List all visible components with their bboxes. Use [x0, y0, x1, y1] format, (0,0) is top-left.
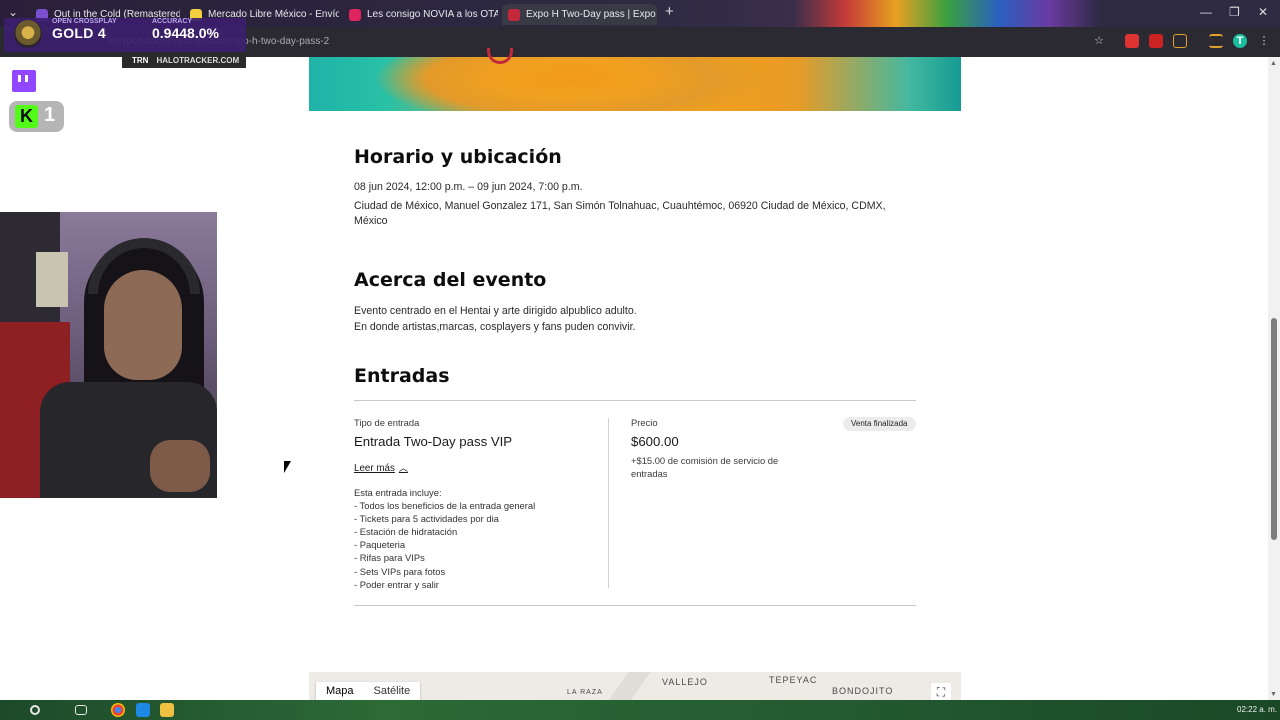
list-item: - Poder entrar y salir	[354, 578, 439, 590]
headset-icon	[88, 238, 200, 294]
event-address: Ciudad de México, Manuel Gonzalez 171, S…	[354, 200, 886, 227]
expo-h-favicon-icon	[508, 8, 520, 21]
map-label: TEPEYAC	[769, 675, 818, 685]
twitch-icon	[12, 70, 36, 92]
map-tab-satellite[interactable]: Satélite	[364, 682, 421, 702]
kick-icon: K	[15, 105, 38, 128]
price-label: Precio	[631, 417, 658, 428]
windows-taskbar	[0, 700, 1280, 720]
ticket-type-name: Entrada Two-Day pass VIP	[354, 434, 513, 449]
map-label: VALLEJO	[662, 677, 708, 687]
tab-title: Les consigo NOVIA a los OTAK	[367, 9, 498, 20]
about-description-line: Evento centrado en el Hentai y arte diri…	[354, 305, 637, 317]
about-description-line: En donde artistas,marcas, cosplayers y f…	[354, 321, 636, 333]
list-item: Esta entrada incluye:	[354, 487, 442, 498]
webcam-feed	[0, 212, 217, 498]
profile-avatar-icon[interactable]: T	[1233, 34, 1247, 48]
map-label: LA RAZA	[567, 689, 603, 696]
tab-les-consigo-novia[interactable]: Les consigo NOVIA a los OTAK ✕	[343, 4, 498, 25]
list-item: - Estación de hidratación	[354, 526, 458, 538]
mouse-cursor-icon	[284, 461, 291, 473]
bookmark-star-icon[interactable]: ☆	[1092, 34, 1106, 48]
read-more-link[interactable]: Leer más ︿	[354, 462, 408, 475]
list-item: - Tickets para 5 actividades por dia	[354, 513, 499, 525]
divider	[354, 605, 916, 606]
event-hero-banner	[309, 57, 961, 111]
event-dates: 08 jun 2024, 12:00 p.m. – 09 jun 2024, 7…	[354, 181, 583, 193]
app-icon[interactable]	[136, 703, 150, 717]
tracker-site: HALOTRACKER.COM	[156, 56, 240, 65]
schedule-heading: Horario y ubicación	[354, 146, 562, 168]
tab-search-icon[interactable]: ⌄	[8, 5, 18, 19]
list-item: - Rifas para VIPs	[354, 552, 425, 564]
tab-title: Expo H Two-Day pass | Expo H	[526, 9, 657, 20]
file-explorer-icon[interactable]	[160, 703, 174, 717]
tracker-banner: TRN HALOTRACKER.COM	[122, 53, 246, 68]
wall-poster	[36, 252, 68, 307]
streamer-hand	[150, 440, 210, 492]
divider	[354, 400, 916, 401]
youtube-favicon-icon	[349, 8, 361, 21]
kick-viewer-count: 1	[44, 104, 56, 126]
playlist-caption: OPEN CROSSPLAY	[52, 18, 117, 25]
map-label: BONDOJITO	[832, 686, 894, 696]
ticket-type-label: Tipo de entrada	[354, 417, 420, 428]
tickets-heading: Entradas	[354, 365, 450, 387]
read-more-label: Leer más	[354, 463, 395, 474]
minimize-window-button[interactable]: —	[1200, 5, 1212, 19]
rank-tier: GOLD 4	[52, 25, 106, 41]
ticket-price: $600.00	[631, 434, 679, 449]
tab-expo-h[interactable]: Expo H Two-Day pass | Expo H ✕	[502, 4, 657, 25]
browser-menu-icon[interactable]: ⋮	[1257, 34, 1271, 48]
about-heading: Acerca del evento	[354, 269, 547, 291]
fullscreen-icon[interactable]: ⛶	[931, 683, 951, 701]
search-icon[interactable]	[30, 705, 40, 715]
scroll-up-arrow-icon[interactable]: ▲	[1270, 60, 1277, 67]
list-item: - Todos los beneficios de la entrada gen…	[354, 500, 536, 512]
new-tab-button[interactable]: +	[665, 3, 674, 20]
ticket-column-divider	[608, 418, 609, 588]
chrome-icon[interactable]	[111, 703, 125, 717]
list-item: - Sets VIPs para fotos	[354, 565, 446, 577]
chevron-up-icon: ︿	[398, 463, 408, 473]
extensions-puzzle-icon[interactable]	[1173, 34, 1187, 48]
scrollbar-thumb[interactable]	[1271, 318, 1277, 540]
status-badge: Venta finalizada	[843, 417, 916, 431]
extension-icon[interactable]	[1149, 34, 1163, 48]
map-type-toggle: Mapa Satélite	[316, 682, 421, 702]
task-view-icon[interactable]	[75, 705, 87, 715]
list-item: - Paqueteria	[354, 539, 406, 551]
reading-list-icon[interactable]	[1209, 34, 1223, 48]
scroll-down-arrow-icon[interactable]: ▼	[1270, 691, 1277, 698]
maximize-window-button[interactable]: ❐	[1229, 5, 1240, 19]
stat-caption: ACCURACY	[152, 18, 193, 25]
gold-rank-emblem-icon	[14, 20, 42, 48]
service-fee: +$15.00 de comisión de servicio de entra…	[631, 455, 779, 479]
tracker-brand: TRN	[132, 56, 149, 65]
map-tab-map[interactable]: Mapa	[316, 682, 364, 702]
rank-percent: 0.9448.0%	[152, 25, 219, 41]
taskbar-clock[interactable]: 02:22 a. m.	[1237, 705, 1277, 714]
ticket-includes-list: Esta entrada incluye: - Todos los benefi…	[354, 486, 535, 591]
close-window-button[interactable]: ✕	[1258, 5, 1268, 19]
extension-icon[interactable]	[1125, 34, 1139, 48]
